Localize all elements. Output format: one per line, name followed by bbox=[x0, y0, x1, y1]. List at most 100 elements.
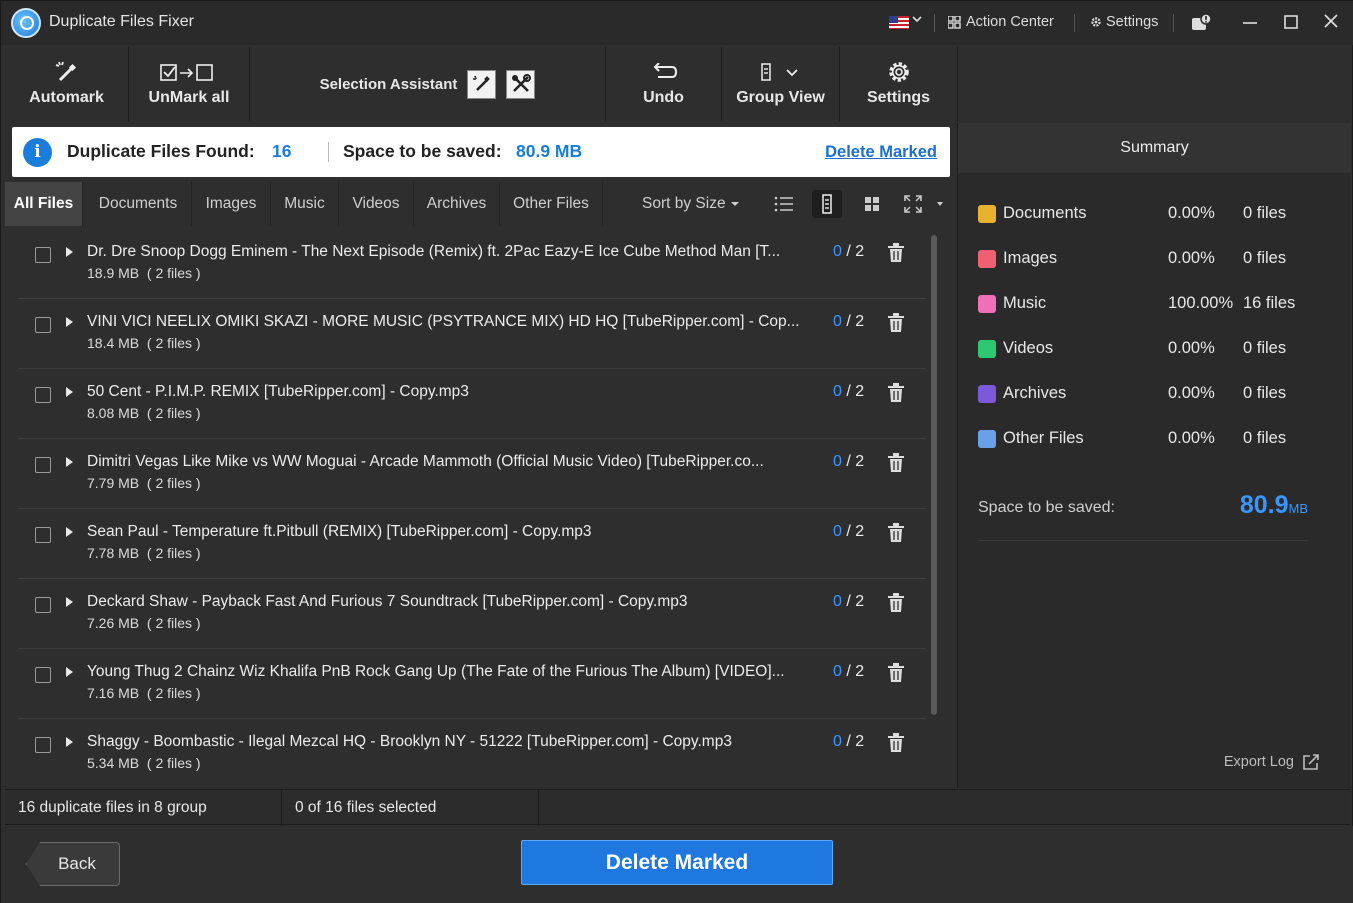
trash-icon[interactable] bbox=[887, 453, 905, 473]
settings-menu-label: Settings bbox=[1106, 14, 1159, 30]
row-checkbox[interactable] bbox=[35, 527, 51, 543]
action-center-label: Action Center bbox=[966, 14, 1054, 30]
file-name: VINI VICI NEELIX OMIKI SKAZI - MORE MUSI… bbox=[87, 313, 800, 330]
selection-count: 0 / 2 bbox=[833, 453, 865, 470]
tab-all-files[interactable]: All Files bbox=[5, 182, 83, 226]
expand-arrow-icon[interactable] bbox=[66, 317, 73, 327]
summary-panel: Summary Documents 0.00% 0 files Images 0… bbox=[957, 123, 1351, 788]
more-caret-icon[interactable] bbox=[929, 190, 951, 218]
tab-images[interactable]: Images bbox=[192, 182, 271, 226]
delete-marked-button[interactable]: Delete Marked bbox=[521, 840, 833, 885]
list-item[interactable]: Shaggy - Boombastic - Ilegal Mezcal HQ -… bbox=[18, 719, 926, 787]
grid-view-icon[interactable] bbox=[857, 190, 887, 218]
list-view-icon[interactable] bbox=[769, 190, 799, 218]
trash-icon[interactable] bbox=[887, 663, 905, 683]
summary-row-music: Music 100.00% 16 files bbox=[978, 293, 1338, 317]
expand-arrow-icon[interactable] bbox=[66, 597, 73, 607]
language-flag-icon[interactable] bbox=[889, 16, 909, 29]
unmark-all-label: UnMark all bbox=[148, 89, 230, 106]
scrollbar[interactable] bbox=[931, 235, 937, 715]
tab-music[interactable]: Music bbox=[271, 182, 339, 226]
export-icon bbox=[1303, 754, 1319, 770]
summary-row-images: Images 0.00% 0 files bbox=[978, 248, 1338, 272]
trash-icon[interactable] bbox=[887, 593, 905, 613]
expand-arrow-icon[interactable] bbox=[66, 387, 73, 397]
undo-button[interactable]: Undo bbox=[606, 47, 722, 121]
settings-button[interactable]: Settings bbox=[840, 47, 958, 121]
divider bbox=[1074, 14, 1075, 32]
selection-count: 0 / 2 bbox=[833, 383, 865, 400]
selection-tools-button[interactable] bbox=[506, 69, 536, 99]
export-log-label: Export Log bbox=[1223, 754, 1294, 770]
row-checkbox[interactable] bbox=[35, 317, 51, 333]
delete-marked-link[interactable]: Delete Marked bbox=[825, 143, 937, 162]
group-view-icon bbox=[759, 61, 803, 83]
maximize-icon[interactable] bbox=[1280, 11, 1302, 33]
documents-swatch bbox=[978, 205, 996, 223]
list-item[interactable]: Dimitri Vegas Like Mike vs WW Moguai - A… bbox=[18, 439, 926, 509]
music-swatch bbox=[978, 295, 996, 313]
expand-arrow-icon[interactable] bbox=[66, 527, 73, 537]
sort-dropdown[interactable]: Sort by Size bbox=[642, 195, 740, 213]
found-count: 16 bbox=[272, 141, 292, 161]
tab-archives[interactable]: Archives bbox=[414, 182, 500, 226]
list-item[interactable]: Dr. Dre Snoop Dogg Eminem - The Next Epi… bbox=[18, 229, 926, 299]
trash-icon[interactable] bbox=[887, 383, 905, 403]
file-size: 7.16 MB ( 2 files ) bbox=[87, 685, 201, 701]
expand-arrow-icon[interactable] bbox=[66, 247, 73, 257]
row-checkbox[interactable] bbox=[35, 667, 51, 683]
summary-row-documents: Documents 0.00% 0 files bbox=[978, 203, 1338, 227]
magic-wand-icon bbox=[472, 75, 490, 91]
tab-documents[interactable]: Documents bbox=[85, 182, 192, 226]
group-count-status: 16 duplicate files in 8 group bbox=[5, 790, 282, 826]
export-log-button[interactable]: Export Log bbox=[1224, 753, 1320, 771]
unmark-all-button[interactable]: UnMark all bbox=[129, 47, 250, 121]
group-view-button[interactable]: Group View bbox=[722, 47, 840, 121]
row-checkbox[interactable] bbox=[35, 457, 51, 473]
file-name: Dimitri Vegas Like Mike vs WW Moguai - A… bbox=[87, 453, 764, 470]
chevron-down-icon[interactable] bbox=[911, 13, 923, 28]
app-title: Duplicate Files Fixer bbox=[49, 13, 194, 30]
detail-view-icon[interactable] bbox=[812, 190, 842, 218]
trash-icon[interactable] bbox=[887, 313, 905, 333]
file-name: Sean Paul - Temperature ft.Pitbull (REMI… bbox=[87, 523, 592, 540]
back-button[interactable]: Back bbox=[26, 842, 120, 886]
expand-icon[interactable] bbox=[898, 190, 928, 218]
list-item[interactable]: VINI VICI NEELIX OMIKI SKAZI - MORE MUSI… bbox=[18, 299, 926, 369]
row-checkbox[interactable] bbox=[35, 387, 51, 403]
close-icon[interactable] bbox=[1320, 11, 1342, 33]
list-item[interactable]: Young Thug 2 Chainz Wiz Khalifa PnB Rock… bbox=[18, 649, 926, 719]
notification-icon[interactable] bbox=[1191, 13, 1213, 33]
file-name: Deckard Shaw - Payback Fast And Furious … bbox=[87, 593, 688, 610]
divider bbox=[1173, 14, 1174, 32]
row-checkbox[interactable] bbox=[35, 247, 51, 263]
selection-wand-button[interactable] bbox=[467, 69, 497, 99]
settings-label: Settings bbox=[866, 89, 931, 106]
action-center-button[interactable]: Action Center bbox=[948, 14, 1054, 30]
tab-other-files[interactable]: Other Files bbox=[500, 182, 603, 226]
minimize-icon[interactable] bbox=[1239, 11, 1261, 33]
selection-assistant-label: Selection Assistant bbox=[319, 75, 458, 93]
automark-button[interactable]: Automark bbox=[5, 47, 129, 121]
tab-videos[interactable]: Videos bbox=[339, 182, 414, 226]
trash-icon[interactable] bbox=[887, 523, 905, 543]
found-label: Duplicate Files Found: bbox=[67, 141, 255, 161]
row-checkbox[interactable] bbox=[35, 597, 51, 613]
space-label: Space to be saved: bbox=[343, 141, 502, 161]
row-checkbox[interactable] bbox=[35, 737, 51, 753]
settings-menu-button[interactable]: Settings bbox=[1090, 14, 1158, 30]
trash-icon[interactable] bbox=[887, 733, 905, 753]
file-size: 5.34 MB ( 2 files ) bbox=[87, 755, 201, 771]
list-item[interactable]: Deckard Shaw - Payback Fast And Furious … bbox=[18, 579, 926, 649]
expand-arrow-icon[interactable] bbox=[66, 457, 73, 467]
app-window: Duplicate Files Fixer Action Center Sett… bbox=[0, 0, 1353, 903]
list-item[interactable]: 50 Cent - P.I.M.P. REMIX [TubeRipper.com… bbox=[18, 369, 926, 439]
gear-icon bbox=[1091, 17, 1101, 27]
other-files-swatch bbox=[978, 430, 996, 448]
space-saved-row: Space to be saved: 80.9MB bbox=[978, 491, 1308, 541]
list-item[interactable]: Sean Paul - Temperature ft.Pitbull (REMI… bbox=[18, 509, 926, 579]
trash-icon[interactable] bbox=[887, 243, 905, 263]
expand-arrow-icon[interactable] bbox=[66, 667, 73, 677]
expand-arrow-icon[interactable] bbox=[66, 737, 73, 747]
selection-count: 0 / 2 bbox=[833, 313, 865, 330]
